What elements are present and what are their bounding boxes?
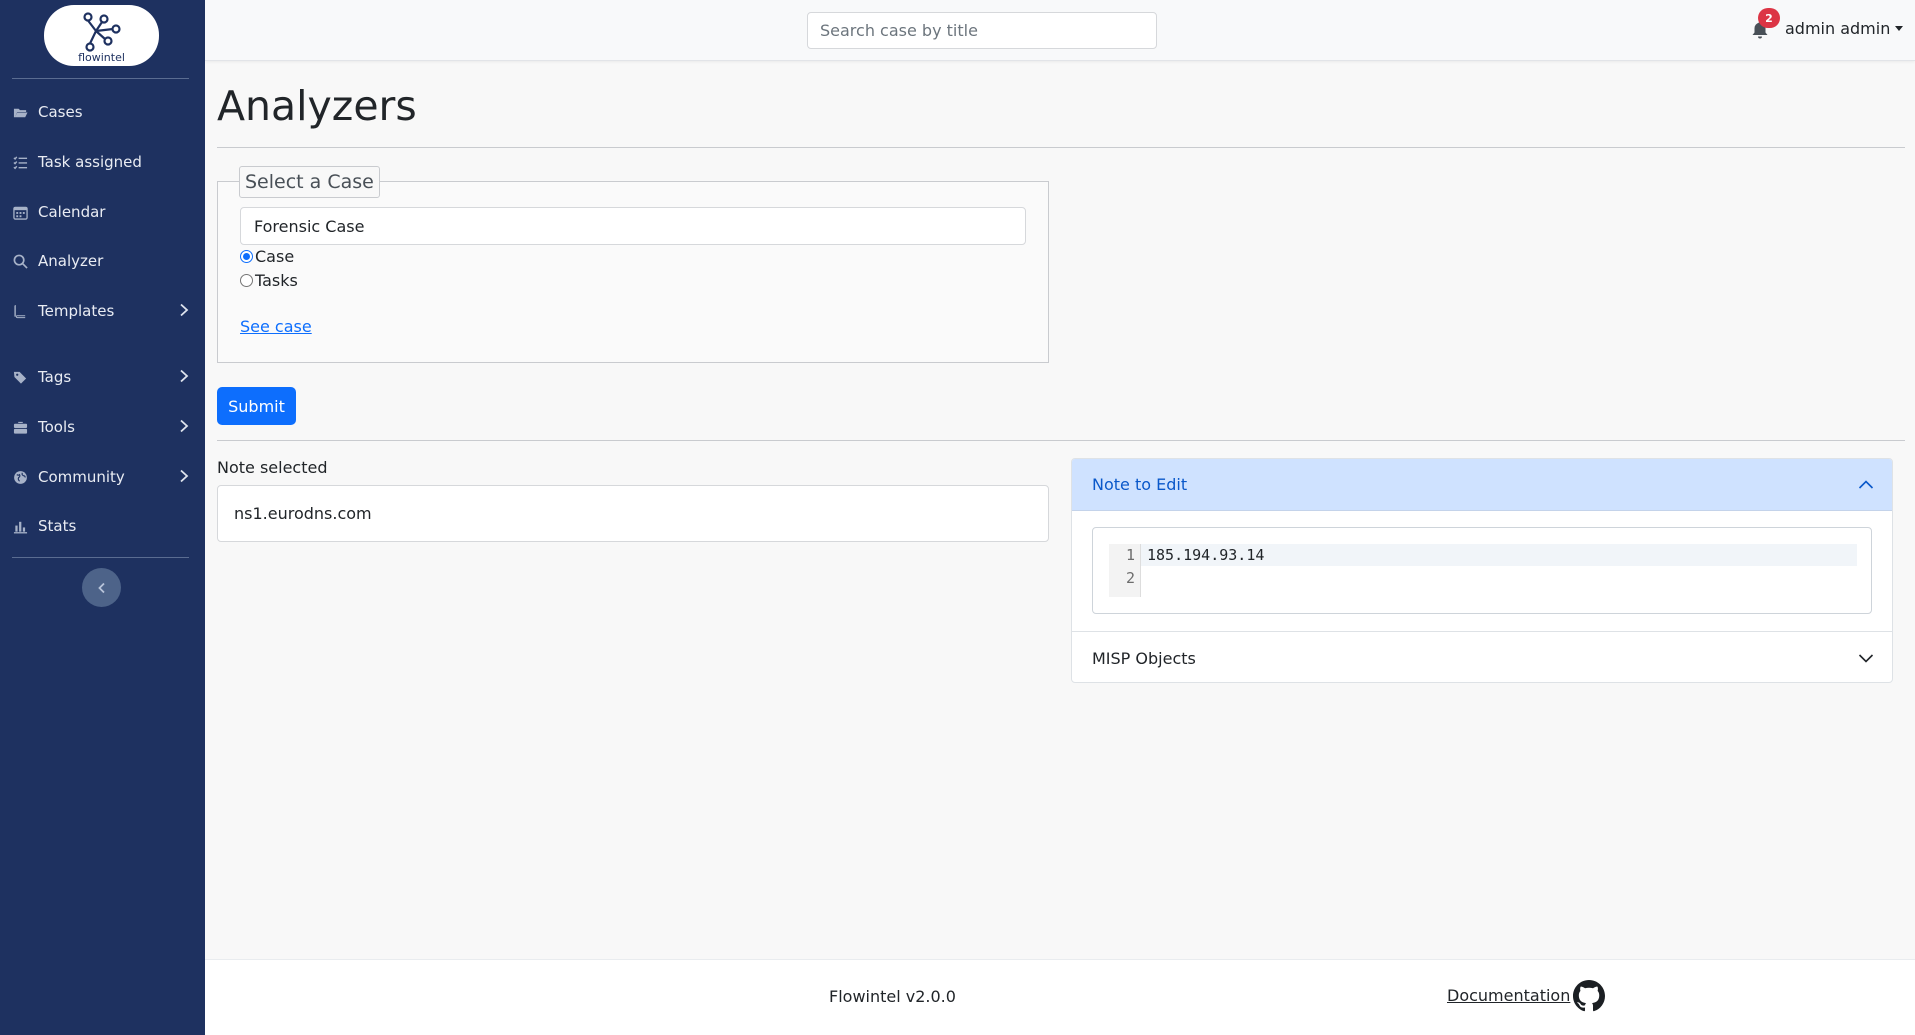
- code-editor[interactable]: 1 2 185.194.93.14: [1092, 527, 1872, 614]
- editor-line-text: 185.194.93.14: [1147, 546, 1265, 564]
- flowintel-logo-icon: [82, 12, 121, 52]
- sidebar-item-label: Calendar: [38, 203, 106, 221]
- radio-case-option[interactable]: Case: [240, 247, 294, 266]
- sidebar-collapse-button[interactable]: [82, 568, 121, 607]
- case-select[interactable]: Forensic Case: [240, 207, 1026, 245]
- list-check-icon: [12, 154, 28, 170]
- section-divider: [217, 440, 1905, 441]
- sidebar-divider: [12, 557, 189, 558]
- line-number: 2: [1125, 569, 1135, 587]
- chevron-right-icon: [180, 469, 189, 483]
- case-select-value: Forensic Case: [254, 216, 365, 236]
- sidebar-item-tools[interactable]: Tools: [0, 409, 205, 445]
- submit-button[interactable]: Submit: [217, 387, 296, 425]
- sidebar-item-templates[interactable]: Templates: [0, 293, 205, 329]
- sidebar-item-stats[interactable]: Stats: [0, 508, 205, 544]
- note-selected-label: Note selected: [217, 458, 328, 477]
- documentation-link[interactable]: Documentation: [1447, 986, 1570, 1005]
- calendar-icon: [12, 204, 28, 220]
- chevron-right-icon: [180, 303, 189, 317]
- chevron-down-icon: [1858, 654, 1874, 663]
- sidebar-item-analyzer[interactable]: Analyzer: [0, 243, 205, 279]
- radio-tasks-label: Tasks: [255, 271, 298, 290]
- note-to-edit-accordion-header[interactable]: Note to Edit: [1072, 459, 1892, 511]
- chevron-right-icon: [180, 369, 189, 383]
- radio-tasks[interactable]: [240, 274, 253, 287]
- globe-icon: [12, 469, 28, 485]
- user-menu-dropdown[interactable]: admin admin: [1785, 19, 1904, 38]
- sidebar-item-label: Templates: [38, 302, 115, 320]
- sidebar-divider: [12, 78, 189, 79]
- folder-open-icon: [12, 104, 28, 120]
- misp-objects-accordion-header[interactable]: MISP Objects: [1072, 631, 1892, 682]
- search-icon: [12, 253, 28, 269]
- editor-gutter: 1 2: [1109, 544, 1141, 597]
- sidebar-item-label: Cases: [38, 103, 83, 121]
- user-name: admin admin: [1785, 19, 1891, 38]
- logo-text: flowintel: [78, 51, 125, 64]
- page-title: Analyzers: [217, 82, 417, 130]
- editor-line[interactable]: [1141, 567, 1857, 589]
- sidebar-item-label: Tools: [38, 418, 75, 436]
- chevron-right-icon: [180, 419, 189, 433]
- chevron-up-icon: [1858, 480, 1874, 489]
- radio-case-label: Case: [255, 247, 295, 266]
- sidebar-item-cases[interactable]: Cases: [0, 94, 205, 130]
- notification-badge: 2: [1758, 8, 1780, 28]
- see-case-link[interactable]: See case: [240, 317, 312, 336]
- toolbox-icon: [12, 419, 28, 435]
- sidebar-item-label: Task assigned: [38, 153, 142, 171]
- github-icon[interactable]: [1573, 980, 1605, 1012]
- flowintel-logo[interactable]: flowintel: [44, 5, 159, 66]
- sidebar-item-label: Analyzer: [38, 252, 104, 270]
- book-icon: [12, 303, 28, 319]
- sidebar-item-tags[interactable]: Tags: [0, 359, 205, 395]
- line-number: 1: [1125, 546, 1135, 564]
- misp-objects-title: MISP Objects: [1092, 648, 1196, 668]
- search-case-input[interactable]: [807, 12, 1157, 49]
- chart-bar-icon: [12, 518, 28, 534]
- title-divider: [217, 147, 1905, 148]
- tags-icon: [12, 369, 28, 385]
- footer: Flowintel v2.0.0 Documentation: [205, 959, 1915, 1035]
- caret-down-icon: [1895, 26, 1904, 31]
- sidebar-item-calendar[interactable]: Calendar: [0, 194, 205, 230]
- editor-line[interactable]: 185.194.93.14: [1141, 544, 1857, 566]
- note-to-edit-title: Note to Edit: [1092, 475, 1188, 494]
- sidebar-item-community[interactable]: Community: [0, 459, 205, 495]
- chevron-left-icon: [97, 582, 105, 593]
- sidebar-item-label: Community: [38, 468, 125, 486]
- top-navbar: 2 admin admin: [205, 0, 1915, 61]
- sidebar: flowintel Cases Task assigned Calendar A…: [0, 0, 205, 1035]
- radio-tasks-option[interactable]: Tasks: [240, 271, 298, 290]
- radio-case[interactable]: [240, 250, 253, 263]
- sidebar-item-task-assigned[interactable]: Task assigned: [0, 144, 205, 180]
- sidebar-item-label: Stats: [38, 517, 77, 535]
- app-version: Flowintel v2.0.0: [829, 987, 956, 1006]
- note-selected-value: ns1.eurodns.com: [234, 504, 372, 523]
- note-selected-field[interactable]: ns1.eurodns.com: [217, 485, 1049, 542]
- sidebar-item-label: Tags: [38, 368, 72, 386]
- select-case-legend: Select a Case: [239, 166, 380, 198]
- note-accordion: Note to Edit 1 2 185.194.93.14 MISP Obje…: [1071, 458, 1893, 683]
